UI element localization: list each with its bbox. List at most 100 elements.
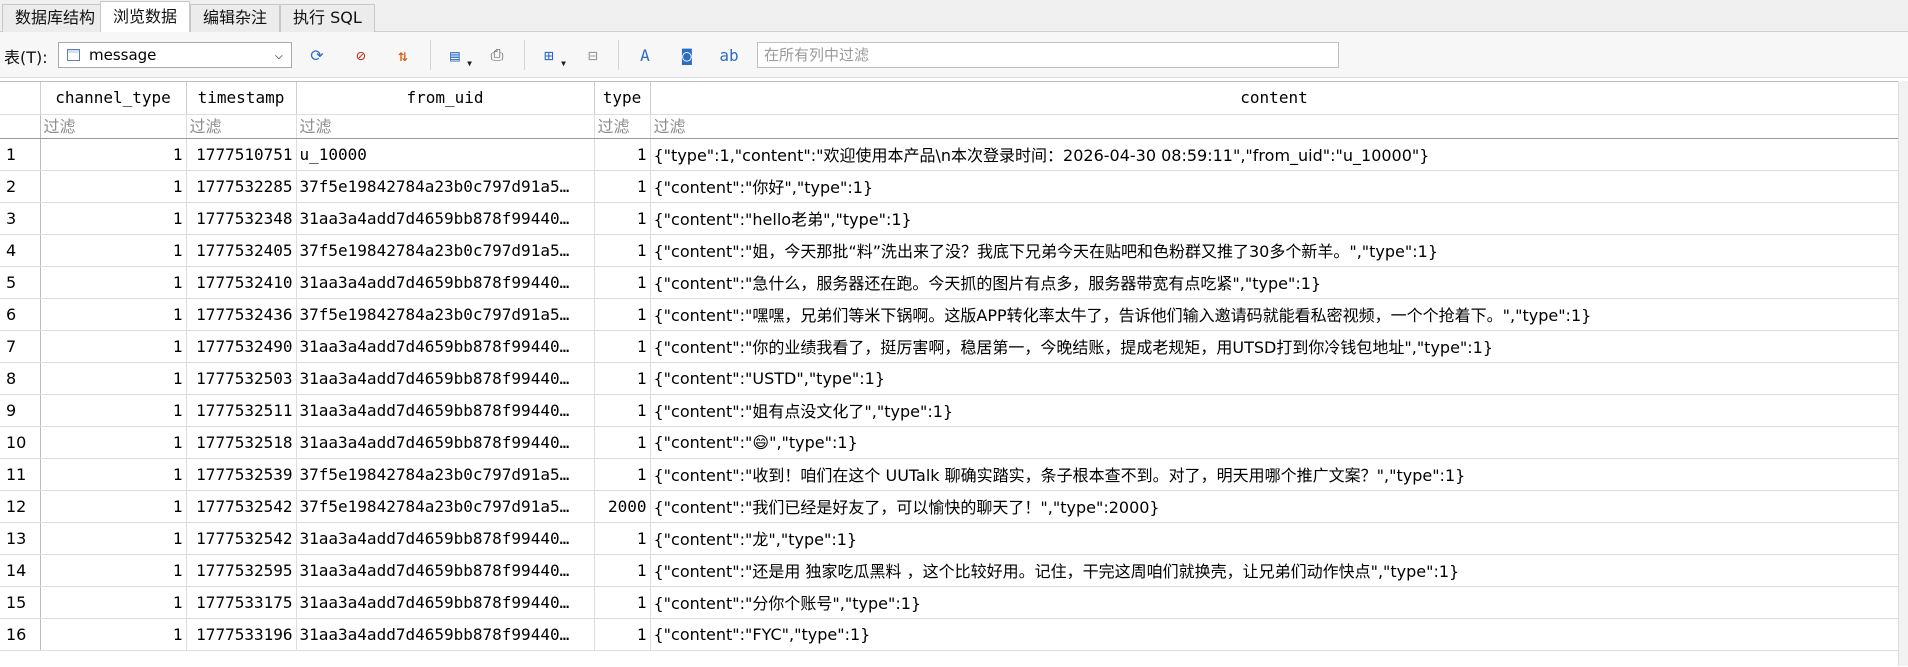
tab-execute-sql[interactable]: 执行 SQL [280, 4, 375, 32]
row-number[interactable]: 14 [0, 554, 41, 587]
cell-type[interactable]: 1 [594, 394, 651, 427]
refresh-button[interactable]: ⟳ [306, 44, 328, 66]
cell-type[interactable]: 1 [594, 426, 651, 459]
column-header-channel-type[interactable]: channel_type [40, 82, 187, 115]
cell-from-uid[interactable]: 37f5e19842784a23b0c797d91a5… [296, 458, 595, 491]
row-number[interactable]: 2 [0, 170, 41, 203]
row-number[interactable]: 1 [0, 138, 41, 171]
cell-content[interactable]: {"content":"姐有点没文化了","type":1} [650, 394, 1899, 427]
find-replace-button[interactable]: ◙ [676, 44, 698, 66]
cell-content[interactable]: {"content":"急什么，服务器还在跑。今天抓的图片有点多，服务器带宽有点… [650, 266, 1899, 299]
table-row[interactable]: 5 1 1777532410 31aa3a4add7d4659bb878f99440…… [0, 266, 1899, 299]
cell-timestamp[interactable]: 1777532503 [186, 362, 297, 395]
row-number[interactable]: 11 [0, 458, 41, 491]
filter-all-columns-input[interactable] [757, 42, 1339, 68]
table-row[interactable]: 14 1 1777532595 31aa3a4add7d4659bb878f99440… [0, 554, 1899, 587]
tab-browse-data[interactable]: 浏览数据 [100, 1, 191, 32]
cell-channel-type[interactable]: 1 [40, 234, 187, 267]
column-header-from-uid[interactable]: from_uid [296, 82, 595, 115]
filter-type-input[interactable] [594, 115, 649, 137]
filter-content-input[interactable] [650, 115, 1897, 137]
cell-type[interactable]: 1 [594, 202, 651, 235]
cell-channel-type[interactable]: 1 [40, 170, 187, 203]
delete-record-button[interactable]: ⊟ [582, 44, 604, 66]
tab-database-structure[interactable]: 数据库结构 [2, 4, 109, 32]
cell-timestamp[interactable]: 1777533175 [186, 586, 297, 619]
cell-timestamp[interactable]: 1777532285 [186, 170, 297, 203]
cell-channel-type[interactable]: 1 [40, 330, 187, 363]
cell-timestamp[interactable]: 1777532518 [186, 426, 297, 459]
row-number[interactable]: 7 [0, 330, 41, 363]
cell-content[interactable]: {"content":"我们已经是好友了，可以愉快的聊天了！","type":2… [650, 490, 1899, 523]
table-row[interactable]: 8 1 1777532503 31aa3a4add7d4659bb878f99440…… [0, 362, 1899, 395]
cell-content[interactable]: {"content":"USTD","type":1} [650, 362, 1899, 395]
cell-timestamp[interactable]: 1777532595 [186, 554, 297, 587]
cell-from-uid[interactable]: 37f5e19842784a23b0c797d91a5… [296, 234, 595, 267]
tab-edit-pragmas[interactable]: 编辑杂注 [190, 4, 281, 32]
cell-channel-type[interactable]: 1 [40, 394, 187, 427]
replace-button[interactable]: ab [718, 44, 740, 66]
cell-content[interactable]: {"content":"收到！咱们在这个 UUTalk 聊确实踏实，条子根本查不… [650, 458, 1899, 491]
cell-channel-type[interactable]: 1 [40, 490, 187, 523]
cell-from-uid[interactable]: 37f5e19842784a23b0c797d91a5… [296, 298, 595, 331]
row-number[interactable]: 9 [0, 394, 41, 427]
cell-timestamp[interactable]: 1777532539 [186, 458, 297, 491]
table-row[interactable]: 12 1 1777532542 37f5e19842784a23b0c797d91a5… [0, 490, 1899, 523]
cell-type[interactable]: 2000 [594, 490, 651, 523]
find-button[interactable]: A [634, 44, 656, 66]
table-row[interactable]: 7 1 1777532490 31aa3a4add7d4659bb878f99440…… [0, 330, 1899, 363]
cell-type[interactable]: 1 [594, 554, 651, 587]
cell-timestamp[interactable]: 1777532542 [186, 490, 297, 523]
column-header-type[interactable]: type [594, 82, 651, 115]
cell-content[interactable]: {"content":"hello老弟","type":1} [650, 202, 1899, 235]
filter-channel-type-input[interactable] [40, 115, 185, 137]
cell-from-uid[interactable]: 31aa3a4add7d4659bb878f99440… [296, 522, 595, 555]
row-number[interactable]: 13 [0, 522, 41, 555]
cell-channel-type[interactable]: 1 [40, 138, 187, 171]
cell-type[interactable]: 1 [594, 458, 651, 491]
cell-from-uid[interactable]: 31aa3a4add7d4659bb878f99440… [296, 330, 595, 363]
column-header-content[interactable]: content [650, 82, 1899, 115]
cell-timestamp[interactable]: 1777532436 [186, 298, 297, 331]
cell-content[interactable]: {"type":1,"content":"欢迎使用本产品\n本次登录时间：202… [650, 138, 1899, 171]
cell-content[interactable]: {"content":"嘿嘿，兄弟们等米下锅啊。这版APP转化率太牛了，告诉他们… [650, 298, 1899, 331]
cell-timestamp[interactable]: 1777532410 [186, 266, 297, 299]
row-number[interactable]: 12 [0, 490, 41, 523]
cell-content[interactable]: {"content":"分你个账号","type":1} [650, 586, 1899, 619]
print-button[interactable]: ⎙ [486, 44, 508, 66]
table-row[interactable]: 16 1 1777533196 31aa3a4add7d4659bb878f99440… [0, 618, 1899, 651]
row-number[interactable]: 15 [0, 586, 41, 619]
cell-channel-type[interactable]: 1 [40, 586, 187, 619]
cell-channel-type[interactable]: 1 [40, 362, 187, 395]
row-number[interactable]: 16 [0, 618, 41, 651]
cell-content[interactable]: {"content":"你好","type":1} [650, 170, 1899, 203]
cell-content[interactable]: {"content":"FYC","type":1} [650, 618, 1899, 651]
cell-content[interactable]: {"content":"龙","type":1} [650, 522, 1899, 555]
cell-timestamp[interactable]: 1777532542 [186, 522, 297, 555]
cell-timestamp[interactable]: 1777533196 [186, 618, 297, 651]
cell-type[interactable]: 1 [594, 522, 651, 555]
table-row[interactable]: 3 1 1777532348 31aa3a4add7d4659bb878f99440…… [0, 202, 1899, 235]
table-row[interactable]: 9 1 1777532511 31aa3a4add7d4659bb878f99440…… [0, 394, 1899, 427]
table-row[interactable]: 11 1 1777532539 37f5e19842784a23b0c797d91a5… [0, 458, 1899, 491]
corner-header[interactable] [0, 82, 41, 115]
cell-type[interactable]: 1 [594, 586, 651, 619]
cell-from-uid[interactable]: 37f5e19842784a23b0c797d91a5… [296, 170, 595, 203]
cell-type[interactable]: 1 [594, 138, 651, 171]
filter-from-uid-input[interactable] [296, 115, 593, 137]
row-number[interactable]: 10 [0, 426, 41, 459]
cell-channel-type[interactable]: 1 [40, 522, 187, 555]
vertical-scrollbar[interactable] [1898, 81, 1908, 666]
cell-timestamp[interactable]: 1777532490 [186, 330, 297, 363]
cell-from-uid[interactable]: 31aa3a4add7d4659bb878f99440… [296, 426, 595, 459]
cell-timestamp[interactable]: 1777532405 [186, 234, 297, 267]
table-row[interactable]: 6 1 1777532436 37f5e19842784a23b0c797d91a5…… [0, 298, 1899, 331]
cell-from-uid[interactable]: 31aa3a4add7d4659bb878f99440… [296, 394, 595, 427]
row-number[interactable]: 3 [0, 202, 41, 235]
cell-content[interactable]: {"content":"你的业绩我看了，挺厉害啊，稳居第一，今晚结账，提成老规矩… [650, 330, 1899, 363]
clear-sort-button[interactable]: ⇅ [392, 44, 414, 66]
clear-filters-button[interactable]: ⊘ [350, 44, 372, 66]
cell-from-uid[interactable]: 37f5e19842784a23b0c797d91a5… [296, 490, 595, 523]
cell-from-uid[interactable]: 31aa3a4add7d4659bb878f99440… [296, 554, 595, 587]
row-number[interactable]: 6 [0, 298, 41, 331]
